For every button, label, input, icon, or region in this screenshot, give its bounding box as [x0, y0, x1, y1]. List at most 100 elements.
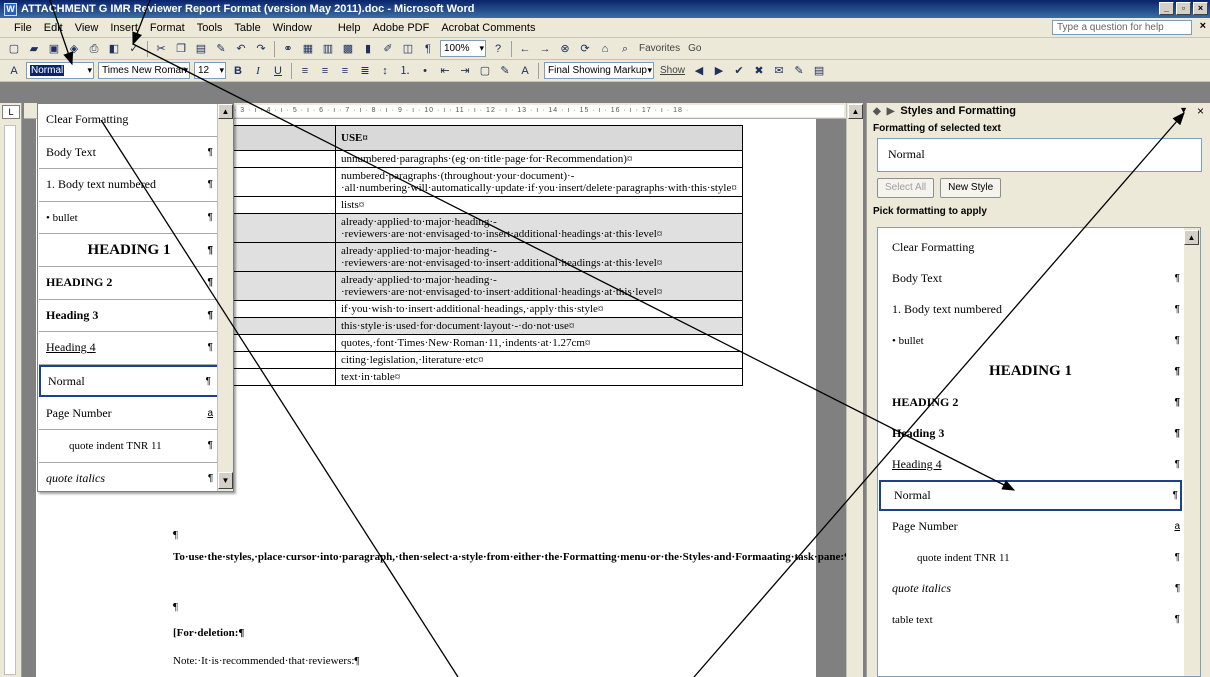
save-icon[interactable]: ▣ [46, 41, 62, 57]
dropdown-item-heading-4[interactable]: Heading 4 ¶ [39, 332, 219, 365]
dropdown-item-heading-2[interactable]: HEADING 2 ¶ [39, 267, 219, 300]
pane-item-normal[interactable]: Normal ¶ [879, 480, 1182, 511]
dropdown-item-normal[interactable]: Normal ¶ [39, 364, 219, 398]
bold-button[interactable]: B [230, 63, 246, 79]
track-changes-icon[interactable]: ✎ [791, 63, 807, 79]
menu-view[interactable]: View [69, 22, 105, 34]
word-app-icon[interactable]: W [4, 2, 17, 16]
dropdown-item-heading-3[interactable]: Heading 3 ¶ [39, 300, 219, 333]
dropdown-item-clear-formatting[interactable]: Clear Formatting [39, 104, 219, 137]
spelling-icon[interactable]: ✓ [126, 41, 142, 57]
scroll-up-arrow-icon[interactable]: ▲ [848, 104, 863, 119]
zoom-select[interactable]: 100% [440, 40, 486, 57]
current-style-box[interactable]: Normal [877, 138, 1202, 172]
pane-item-heading-3[interactable]: Heading 3 ¶ [879, 418, 1182, 449]
hyperlink-icon[interactable]: ⚭ [280, 41, 296, 57]
show-markup-menu[interactable]: Show [660, 65, 685, 76]
print-preview-icon[interactable]: ◧ [106, 41, 122, 57]
menu-format[interactable]: Format [144, 22, 191, 34]
favorites-menu[interactable]: Favorites [639, 43, 680, 54]
refresh-icon[interactable]: ⟳ [577, 41, 593, 57]
bullets-icon[interactable]: • [417, 63, 433, 79]
menu-table[interactable]: Table [228, 22, 266, 34]
align-center-icon[interactable]: ≡ [317, 63, 333, 79]
pane-forward-icon[interactable]: ▶ [887, 106, 895, 117]
underline-button[interactable]: U [270, 63, 286, 79]
menu-edit[interactable]: Edit [38, 22, 69, 34]
columns-icon[interactable]: ▮ [360, 41, 376, 57]
format-painter-icon[interactable]: ✎ [213, 41, 229, 57]
reject-change-icon[interactable]: ✖ [751, 63, 767, 79]
menu-file[interactable]: File [8, 22, 38, 34]
show-hide-icon[interactable]: ¶ [420, 41, 436, 57]
dropdown-item-quote-italics[interactable]: quote italics ¶ [39, 463, 219, 496]
menu-tools[interactable]: Tools [191, 22, 229, 34]
dropdown-item-page-number[interactable]: Page Number a [39, 397, 219, 430]
stop-icon[interactable]: ⊗ [557, 41, 573, 57]
align-right-icon[interactable]: ≡ [337, 63, 353, 79]
new-comment-icon[interactable]: ✉ [771, 63, 787, 79]
dropdown-scrollbar[interactable]: ▲ ▼ [217, 104, 233, 491]
style-select[interactable]: Normal [26, 62, 94, 79]
back-icon[interactable]: ← [517, 41, 533, 57]
minimize-button[interactable]: _ [1159, 2, 1174, 15]
dropdown-item-body-text[interactable]: Body Text ¶ [39, 137, 219, 170]
styles-formatting-icon[interactable]: A [6, 63, 22, 79]
scroll-down-arrow-icon[interactable]: ▼ [218, 472, 233, 489]
reviewing-pane-icon[interactable]: ▤ [811, 63, 827, 79]
pane-item-table-text[interactable]: table text ¶ [879, 604, 1182, 635]
select-all-button[interactable]: Select All [877, 178, 935, 198]
pane-list-scrollbar[interactable]: ▲ [1184, 228, 1200, 676]
help-search-input[interactable]: Type a question for help [1052, 20, 1192, 35]
markup-display-select[interactable]: Final Showing Markup [544, 62, 654, 79]
insert-table-icon[interactable]: ▥ [320, 41, 336, 57]
restore-button[interactable]: ▫ [1176, 2, 1191, 15]
highlight-icon[interactable]: ✎ [497, 63, 513, 79]
copy-icon[interactable]: ❐ [173, 41, 189, 57]
italic-button[interactable]: I [250, 63, 266, 79]
forward-icon[interactable]: → [537, 41, 553, 57]
menu-acrobat-comments[interactable]: Acrobat Comments [435, 22, 541, 34]
decrease-indent-icon[interactable]: ⇤ [437, 63, 453, 79]
line-spacing-icon[interactable]: ↕ [377, 63, 393, 79]
tab-selector[interactable]: L [2, 105, 20, 119]
borders-icon[interactable]: ▢ [477, 63, 493, 79]
pane-item-quote-italics[interactable]: quote italics ¶ [879, 573, 1182, 604]
menu-adobe-pdf[interactable]: Adobe PDF [366, 22, 435, 34]
print-icon[interactable]: ⎙ [86, 41, 102, 57]
menu-insert[interactable]: Insert [104, 22, 144, 34]
numbering-icon[interactable]: ⒈ [397, 63, 413, 79]
document-close-button[interactable]: × [1200, 20, 1206, 32]
dropdown-item-heading-1[interactable]: HEADING 1 ¶ [39, 234, 219, 267]
pane-item-heading-1[interactable]: HEADING 1 ¶ [879, 356, 1182, 387]
new-document-icon[interactable]: ▢ [6, 41, 22, 57]
pane-item-quote-indent[interactable]: quote indent TNR 11 ¶ [879, 542, 1182, 573]
align-left-icon[interactable]: ≡ [297, 63, 313, 79]
next-change-icon[interactable]: ▶ [711, 63, 727, 79]
pane-item-body-text-numbered[interactable]: 1. Body text numbered ¶ [879, 294, 1182, 325]
dropdown-item-body-text-numbered[interactable]: 1. Body text numbered ¶ [39, 169, 219, 202]
permission-icon[interactable]: ◈ [66, 41, 82, 57]
justify-icon[interactable]: ≣ [357, 63, 373, 79]
pane-close-icon[interactable]: × [1197, 104, 1204, 118]
font-select[interactable]: Times New Roman [98, 62, 190, 79]
scroll-up-arrow-icon[interactable]: ▲ [218, 104, 233, 119]
menu-window[interactable]: Window [267, 22, 318, 34]
font-size-select[interactable]: 12 [194, 62, 226, 79]
previous-change-icon[interactable]: ◀ [691, 63, 707, 79]
document-map-icon[interactable]: ◫ [400, 41, 416, 57]
pane-menu-icon[interactable]: ▼ [1179, 105, 1188, 115]
pane-item-body-text[interactable]: Body Text ¶ [879, 263, 1182, 294]
increase-indent-icon[interactable]: ⇥ [457, 63, 473, 79]
cut-icon[interactable]: ✂ [153, 41, 169, 57]
search-web-icon[interactable]: ⌕ [617, 41, 633, 57]
close-button[interactable]: × [1193, 2, 1208, 15]
redo-icon[interactable]: ↷ [253, 41, 269, 57]
pane-item-heading-4[interactable]: Heading 4 ¶ [879, 449, 1182, 480]
menu-help[interactable]: Help [332, 22, 367, 34]
pane-item-clear-formatting[interactable]: Clear Formatting [879, 232, 1182, 263]
undo-icon[interactable]: ↶ [233, 41, 249, 57]
pane-item-heading-2[interactable]: HEADING 2 ¶ [879, 387, 1182, 418]
dropdown-item-bullet[interactable]: • bullet ¶ [39, 202, 219, 235]
insert-excel-icon[interactable]: ▩ [340, 41, 356, 57]
